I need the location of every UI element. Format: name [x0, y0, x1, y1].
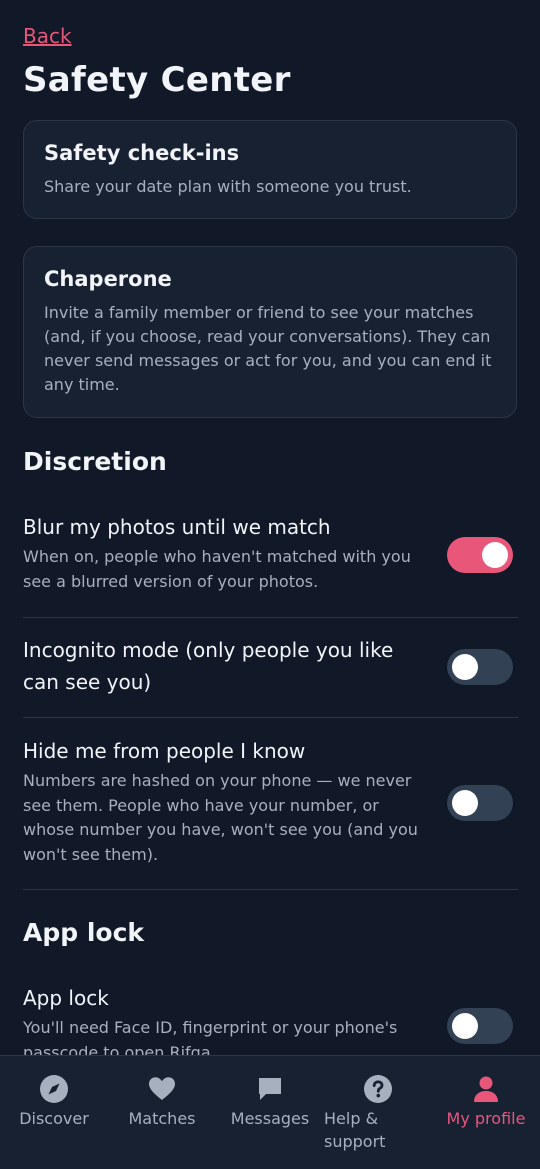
bottom-tab-bar: Discover Matches Messages Help & support	[0, 1055, 540, 1169]
card-title: Safety check-ins	[44, 141, 240, 165]
setting-row-incognito: Incognito mode (only people you like can…	[23, 634, 518, 698]
setting-row-app-lock: App lock You'll need Face ID, fingerprin…	[23, 982, 518, 1055]
question-circle-icon	[364, 1075, 392, 1103]
tab-label: My profile	[446, 1109, 526, 1128]
tab-messages[interactable]: Messages	[216, 1056, 324, 1169]
tab-my-profile[interactable]: My profile	[432, 1056, 540, 1169]
page-title: Safety Center	[23, 60, 291, 100]
tab-help-support[interactable]: Help & support	[324, 1056, 432, 1169]
toggle-knob	[482, 542, 508, 568]
section-title-discretion: Discretion	[23, 447, 167, 476]
card-description: Share your date plan with someone you tr…	[44, 177, 412, 196]
divider	[23, 889, 518, 890]
chaperone-card[interactable]: Chaperone Invite a family member or frie…	[23, 246, 517, 418]
setting-title: Blur my photos until we match	[23, 515, 331, 539]
setting-description: Numbers are hashed on your phone — we ne…	[23, 771, 418, 864]
setting-title: App lock	[23, 986, 109, 1010]
toggle-knob	[452, 790, 478, 816]
setting-title: Incognito mode (only people you like can…	[23, 638, 394, 694]
compass-icon	[40, 1075, 68, 1103]
section-title-app-lock: App lock	[23, 918, 145, 947]
blur-photos-toggle[interactable]	[447, 537, 513, 573]
safety-check-ins-card[interactable]: Safety check-ins Share your date plan wi…	[23, 120, 517, 219]
tab-matches[interactable]: Matches	[108, 1056, 216, 1169]
app-lock-toggle[interactable]	[447, 1008, 513, 1044]
setting-description: You'll need Face ID, fingerprint or your…	[23, 1018, 398, 1055]
tab-label: Messages	[230, 1109, 310, 1128]
setting-description: When on, people who haven't matched with…	[23, 547, 411, 591]
person-icon	[474, 1076, 498, 1102]
card-description: Invite a family member or friend to see …	[44, 303, 492, 394]
setting-row-blur-photos: Blur my photos until we match When on, p…	[23, 511, 518, 594]
divider	[23, 617, 518, 618]
heart-icon	[149, 1077, 175, 1100]
card-title: Chaperone	[44, 267, 172, 291]
tab-label: Help & support	[324, 1109, 386, 1151]
back-link[interactable]: Back	[23, 24, 72, 48]
hide-from-contacts-toggle[interactable]	[447, 785, 513, 821]
toggle-knob	[452, 654, 478, 680]
safety-center-screen: Back Safety Center Safety check-ins Shar…	[0, 0, 540, 1169]
tab-discover[interactable]: Discover	[0, 1056, 108, 1169]
tab-label: Discover	[19, 1109, 89, 1128]
toggle-knob	[452, 1013, 478, 1039]
tab-label: Matches	[128, 1109, 196, 1128]
setting-row-hide-from-contacts: Hide me from people I know Numbers are h…	[23, 735, 518, 867]
chat-bubble-icon	[259, 1078, 281, 1100]
setting-title: Hide me from people I know	[23, 739, 306, 763]
divider	[23, 717, 518, 718]
incognito-toggle[interactable]	[447, 649, 513, 685]
content-scroll-area[interactable]: Back Safety Center Safety check-ins Shar…	[0, 0, 540, 1055]
